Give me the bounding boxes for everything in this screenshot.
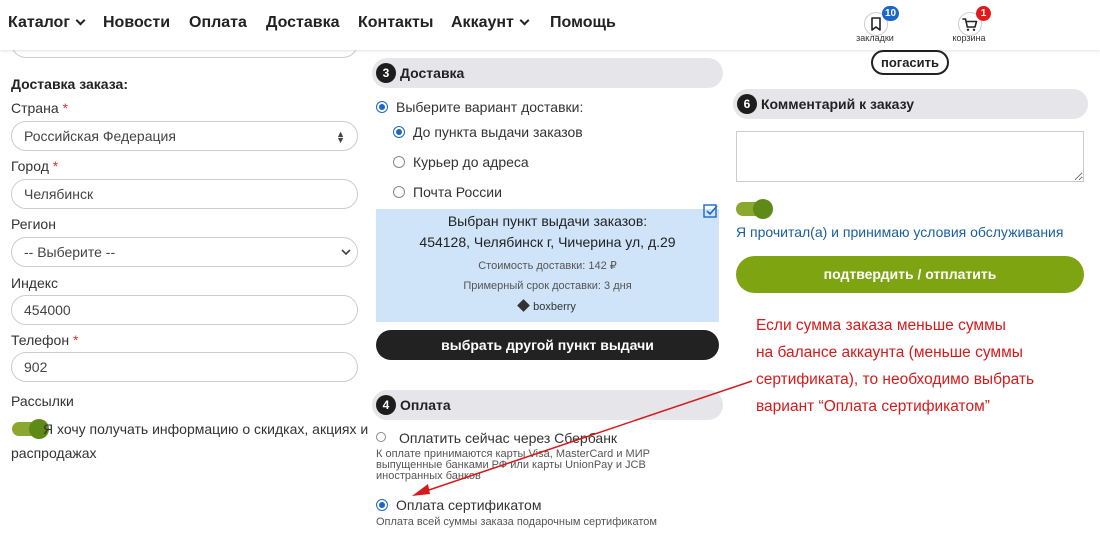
cart-button[interactable]: 1 корзина — [939, 6, 999, 46]
pickup-point-card: Выбран пункт выдачи заказов: 454128, Чел… — [376, 204, 719, 322]
nav-item-catalog[interactable]: Каталог — [8, 14, 86, 32]
sort-arrows-icon: ▲ ▼ — [336, 129, 345, 145]
delivery-section-title: Доставка — [400, 65, 465, 81]
delivery-option-pickup-label[interactable]: До пункта выдачи заказов — [413, 124, 583, 140]
payment-option-certificate-radio[interactable] — [376, 499, 388, 511]
annotation-line: вариант “Оплата сертификатом” — [756, 398, 990, 415]
step-number-badge: 3 — [376, 63, 396, 84]
toggle-knob — [753, 199, 773, 219]
postal-code-input[interactable]: 454000 — [11, 295, 358, 325]
delivery-choose-radio[interactable] — [376, 101, 388, 113]
comment-section-header: 6 Комментарий к заказу — [733, 89, 1088, 119]
comment-section-title: Комментарий к заказу — [761, 96, 914, 112]
pickup-title: Выбран пункт выдачи заказов: — [447, 213, 648, 229]
newsletter-label: Рассылки — [11, 393, 74, 409]
annotation-line: Если сумма заказа меньше суммы — [756, 317, 1006, 334]
payment-option-sberbank-label[interactable]: Оплатить сейчас через Сбербанк — [399, 430, 617, 446]
annotation-line: сертификата), то необходимо выбрать — [756, 371, 1035, 388]
payment-option-certificate-desc: Оплата всей суммы заказа подарочным серт… — [376, 516, 657, 528]
nav-item-account[interactable]: Аккаунт — [451, 14, 530, 32]
country-label-text: Страна — [11, 100, 59, 116]
provider-logo: boxberry — [376, 299, 719, 313]
nav-item-label: Новости — [103, 14, 171, 31]
pay-off-button[interactable]: погасить — [871, 50, 949, 75]
city-input[interactable]: Челябинск — [11, 179, 358, 209]
newsletter-text-line1: Я хочу получать информацию о скидках, ак… — [43, 421, 369, 437]
nav-item-label: Аккаунт — [451, 14, 514, 31]
payment-option-sberbank-desc: К оплате принимаются карты Visa, MasterC… — [376, 449, 650, 482]
pickup-term: Примерный срок доставки: 3 дня — [463, 280, 632, 292]
nav-item-label: Помощь — [550, 14, 616, 31]
delivery-form-title: Доставка заказа: — [11, 76, 128, 92]
boxberry-logo-icon — [517, 299, 530, 312]
delivery-choose-label: Выберите вариант доставки: — [396, 99, 584, 115]
delivery-option-post-label[interactable]: Почта России — [413, 184, 502, 200]
phone-label-text: Телефон — [11, 332, 70, 348]
chevron-down-icon — [341, 249, 351, 256]
newsletter-text-line2: распродажах — [11, 445, 97, 461]
nav-item-label: Доставка — [266, 14, 340, 31]
region-select-value: -- Выберите -- — [24, 244, 116, 260]
phone-label: Телефон * — [11, 332, 78, 348]
delivery-option-courier-label[interactable]: Курьер до адреса — [413, 154, 529, 170]
top-nav: Каталог Новости Оплата Доставка Контакты… — [0, 0, 1100, 50]
confirm-pay-button[interactable]: подтвердить / отплатить — [736, 256, 1084, 293]
step-number-badge: 4 — [376, 395, 396, 416]
postal-code-label: Индекс — [11, 275, 59, 291]
change-pickup-button[interactable]: выбрать другой пункт выдачи — [376, 330, 719, 360]
payment-option-certificate-label[interactable]: Оплата сертификатом — [396, 497, 541, 513]
pickup-cost: Стоимость доставки: 142 ₽ — [478, 260, 617, 272]
nav-item-contacts[interactable]: Контакты — [358, 14, 433, 32]
cart-label: корзина — [952, 33, 986, 43]
chevron-down-icon — [519, 15, 530, 26]
postal-code-input-value: 454000 — [24, 302, 71, 318]
desc-line: иностранных банков — [376, 470, 481, 482]
edit-checkbox-icon[interactable] — [703, 203, 718, 218]
annotation-line: на балансе аккаунта (меньше суммы — [756, 344, 1023, 361]
phone-input-value: 902 — [24, 359, 48, 375]
chevron-down-icon — [75, 15, 86, 26]
delivery-option-courier-radio[interactable] — [393, 156, 405, 168]
payment-option-sberbank-radio[interactable] — [376, 432, 386, 442]
delivery-section-header: 3 Доставка — [372, 58, 723, 88]
nav-item-label: Каталог — [8, 14, 70, 31]
delivery-option-pickup-radio[interactable] — [393, 126, 405, 138]
payment-section-header: 4 Оплата — [372, 390, 723, 420]
nav-item-news[interactable]: Новости — [103, 14, 170, 32]
nav-item-delivery[interactable]: Доставка — [266, 14, 340, 32]
bookmarks-button[interactable]: 10 закладки — [845, 6, 905, 46]
step-number-badge: 6 — [737, 94, 757, 115]
terms-link[interactable]: Я прочитал(а) и принимаю условия обслужи… — [736, 224, 1063, 240]
nav-item-label: Оплата — [189, 14, 247, 31]
nav-item-help[interactable]: Помощь — [550, 14, 616, 32]
bookmarks-count-badge: 10 — [882, 6, 900, 21]
country-label: Страна * — [11, 100, 68, 116]
city-input-value: Челябинск — [24, 186, 94, 202]
country-select-value: Российская Федерация — [24, 128, 176, 144]
provider-name: boxberry — [533, 301, 576, 313]
phone-input[interactable]: 902 — [11, 352, 358, 382]
nav-item-payment[interactable]: Оплата — [189, 14, 247, 32]
city-label: Город * — [11, 158, 58, 174]
pickup-address: 454128, Челябинск г, Чичерина ул, д.29 — [419, 234, 676, 250]
cart-count-badge: 1 — [976, 6, 991, 21]
required-mark: * — [72, 332, 79, 348]
region-label: Регион — [11, 216, 56, 232]
delivery-option-post-radio[interactable] — [393, 186, 405, 198]
city-label-text: Город — [11, 158, 49, 174]
payment-section-title: Оплата — [400, 397, 451, 413]
comment-textarea[interactable] — [736, 131, 1084, 182]
region-select[interactable]: -- Выберите -- — [11, 237, 358, 267]
bookmarks-label: закладки — [856, 33, 894, 43]
required-mark: * — [62, 100, 68, 116]
terms-toggle[interactable] — [736, 199, 773, 219]
country-select[interactable]: Российская Федерация ▲ ▼ — [11, 121, 358, 151]
newsletter-toggle[interactable] — [12, 419, 49, 439]
required-mark: * — [52, 158, 59, 174]
nav-item-label: Контакты — [358, 14, 434, 31]
